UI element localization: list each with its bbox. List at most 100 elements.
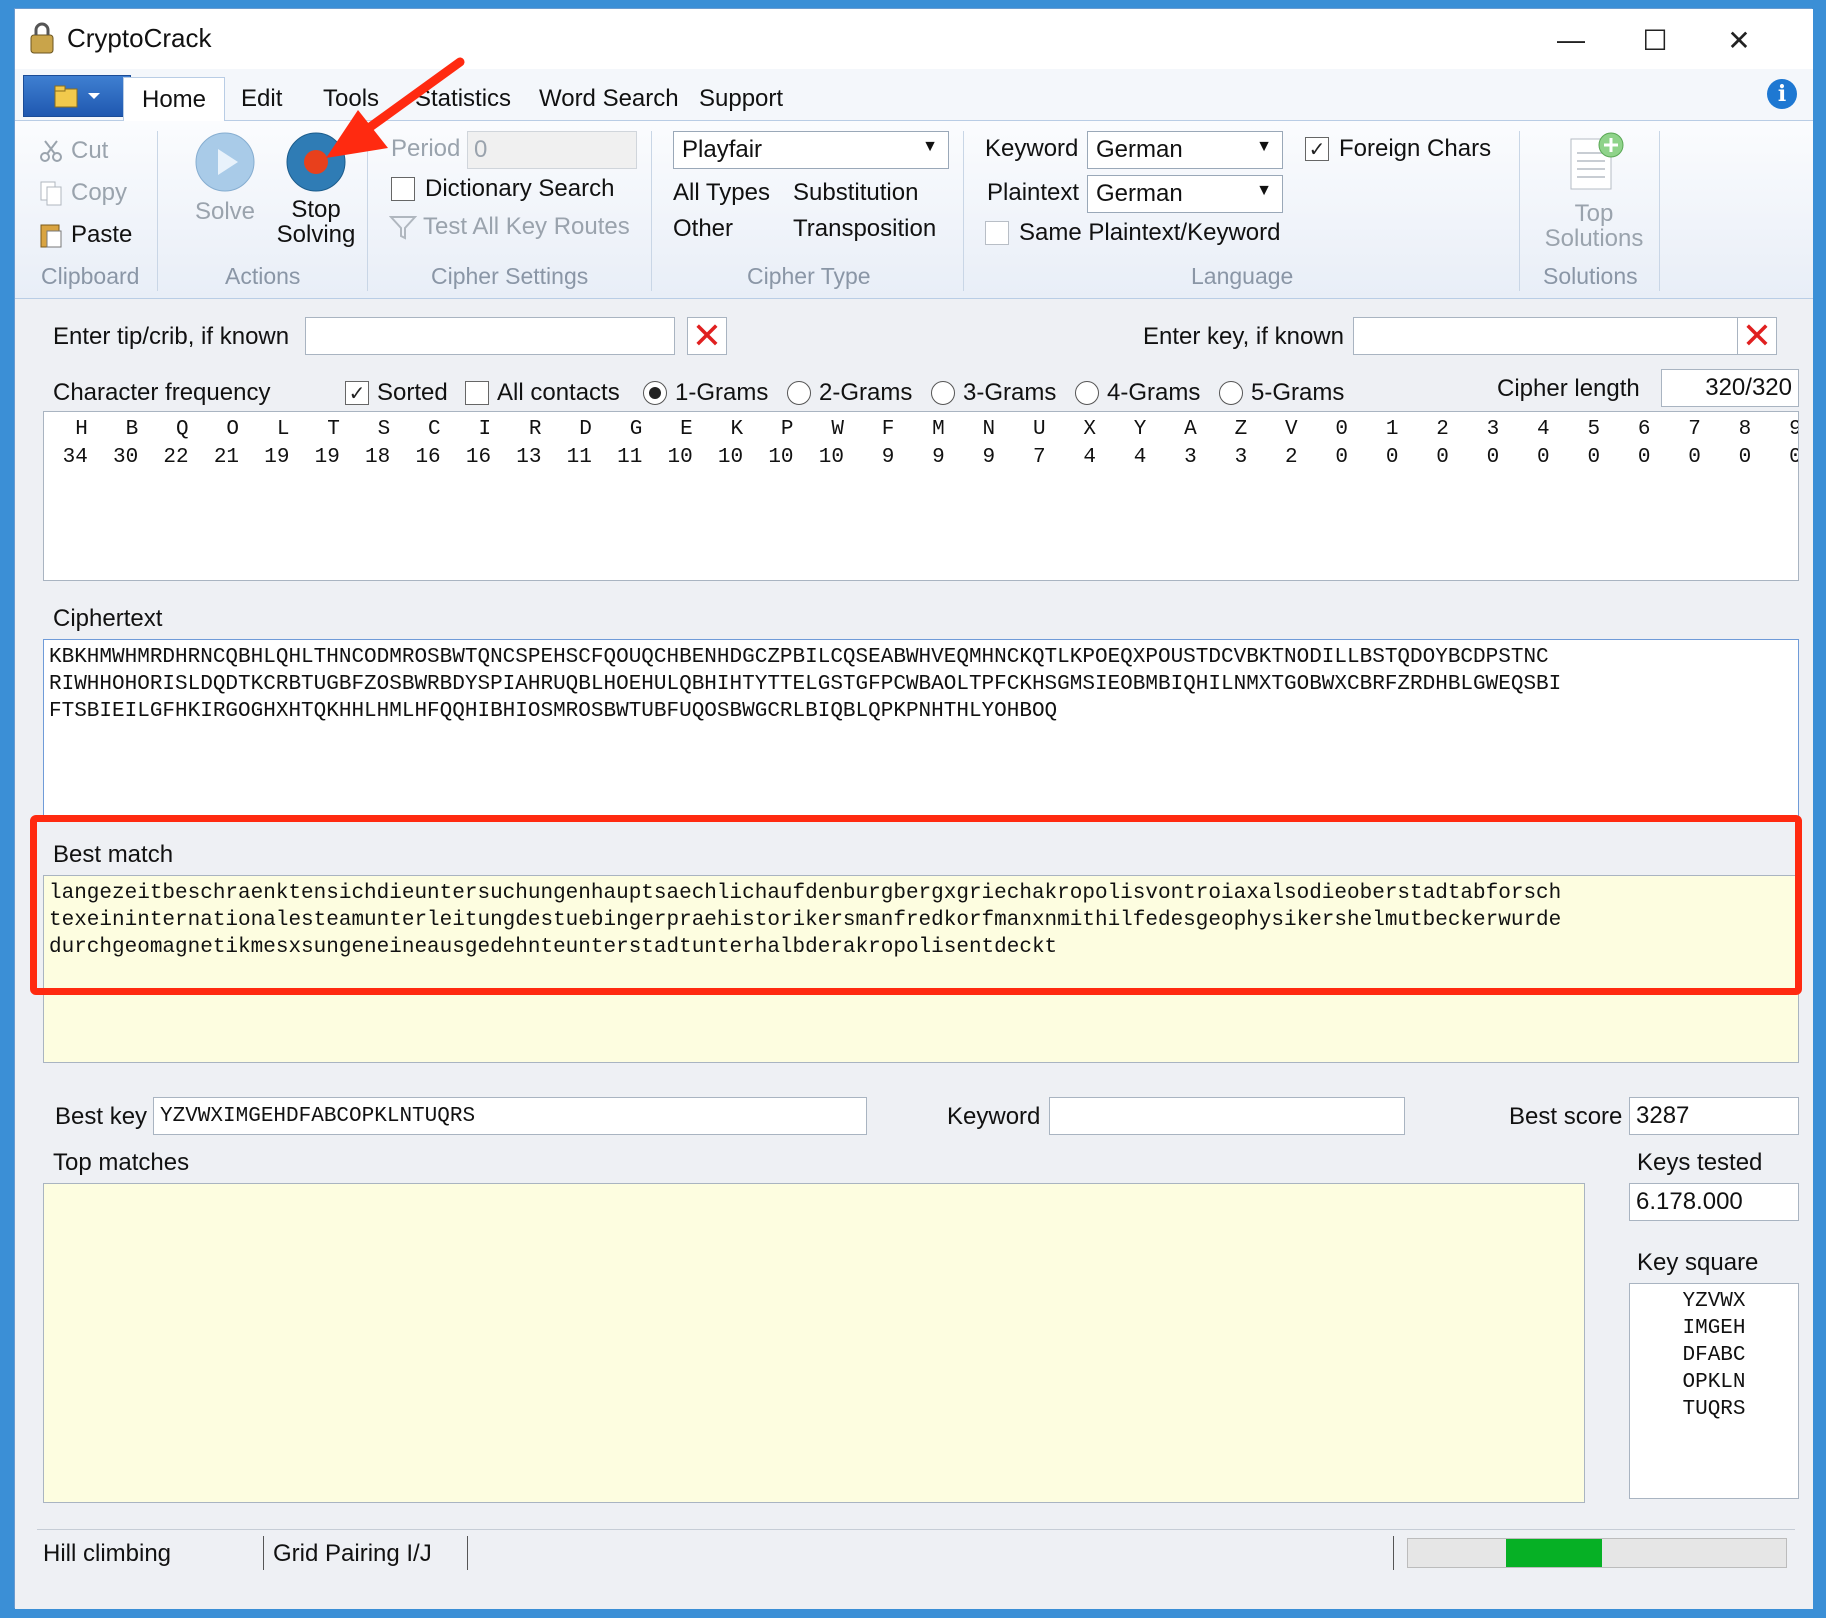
paste-button[interactable]: Paste bbox=[39, 221, 132, 249]
keyword-input[interactable] bbox=[1049, 1097, 1405, 1135]
tab-support[interactable]: Support bbox=[681, 77, 801, 121]
ciphertext-label: Ciphertext bbox=[53, 605, 163, 632]
top-solutions-line2: Solutions bbox=[1544, 225, 1644, 252]
copy-icon bbox=[40, 181, 62, 206]
plaintext-language-label: Plaintext bbox=[987, 179, 1080, 206]
close-button[interactable]: ✕ bbox=[1699, 17, 1779, 63]
paste-label: Paste bbox=[71, 221, 133, 248]
play-icon bbox=[195, 132, 255, 192]
radio-5-grams-label: 5-Grams bbox=[1251, 379, 1345, 406]
dictionary-search-label: Dictionary Search bbox=[425, 175, 615, 202]
radio-1-grams-circle[interactable] bbox=[643, 381, 667, 405]
key-square-display: YZVWX IMGEH DFABC OPKLN TUQRS bbox=[1629, 1283, 1799, 1499]
sorted-check[interactable]: ✓ bbox=[345, 381, 369, 405]
title-bar: CryptoCrack — ☐ ✕ bbox=[15, 9, 1813, 69]
ciphertext-input[interactable]: KBKHMWHMRDHRNCQBHLQHLTHNCODMROSBWTQNCSPE… bbox=[43, 639, 1799, 817]
ribbon-separator bbox=[157, 131, 158, 291]
keys-tested-value: 6.178.000 bbox=[1629, 1183, 1799, 1221]
cipher-type-select[interactable]: Playfair ▼ bbox=[673, 131, 949, 169]
filter-icon bbox=[389, 216, 417, 240]
crib-input[interactable] bbox=[305, 317, 675, 355]
all-contacts-label: All contacts bbox=[497, 379, 620, 406]
maximize-button[interactable]: ☐ bbox=[1615, 17, 1695, 63]
key-square-row: OPKLN bbox=[1682, 1371, 1746, 1394]
top-solutions-button[interactable]: Top Solutions bbox=[1539, 131, 1649, 252]
cipher-length-label: Cipher length bbox=[1497, 375, 1640, 402]
frequency-counts: 34 30 22 21 19 19 18 16 16 13 11 11 10 1… bbox=[50, 446, 1799, 469]
same-plaintext-keyword-checkbox[interactable]: Same Plaintext/Keyword bbox=[985, 219, 1280, 247]
radio-1-grams[interactable]: 1-Grams bbox=[643, 379, 768, 407]
status-method: Hill climbing bbox=[43, 1540, 172, 1567]
period-input[interactable]: 0 bbox=[467, 131, 637, 169]
radio-5-grams[interactable]: 5-Grams bbox=[1219, 379, 1344, 407]
key-known-input[interactable] bbox=[1353, 317, 1739, 355]
same-plaintext-keyword-label: Same Plaintext/Keyword bbox=[1019, 219, 1281, 246]
test-all-key-routes-button[interactable]: Test All Key Routes bbox=[389, 213, 630, 241]
radio-2-grams-circle[interactable] bbox=[787, 381, 811, 405]
ribbon-separator bbox=[1519, 131, 1520, 291]
status-grid: Grid Pairing I/J bbox=[273, 1540, 432, 1567]
dictionary-search-checkbox[interactable]: Dictionary Search bbox=[391, 175, 614, 203]
radio-5-grams-circle[interactable] bbox=[1219, 381, 1243, 405]
key-square-label: Key square bbox=[1637, 1249, 1759, 1276]
top-matches-label: Top matches bbox=[53, 1149, 190, 1176]
radio-4-grams-circle[interactable] bbox=[1075, 381, 1099, 405]
filter-all-types[interactable]: All Types bbox=[673, 179, 770, 207]
same-plaintext-keyword-check[interactable] bbox=[985, 221, 1009, 245]
highlight-box bbox=[30, 815, 1802, 995]
radio-4-grams[interactable]: 4-Grams bbox=[1075, 379, 1200, 407]
status-divider bbox=[1393, 1536, 1394, 1570]
filter-transposition[interactable]: Transposition bbox=[793, 215, 936, 243]
group-label-cipher-type: Cipher Type bbox=[747, 263, 871, 289]
keyword-language-label: Keyword bbox=[985, 135, 1079, 162]
info-icon[interactable]: i bbox=[1767, 79, 1797, 109]
clear-crib-icon[interactable]: ✕ bbox=[687, 315, 727, 356]
plaintext-language-select[interactable]: German ▼ bbox=[1087, 175, 1283, 213]
filter-substitution[interactable]: Substitution bbox=[793, 179, 918, 207]
chevron-down-icon bbox=[88, 93, 100, 99]
frequency-display[interactable]: H B Q O L T S C I R D G E K P W F M N U … bbox=[43, 411, 1799, 581]
keys-tested-label: Keys tested bbox=[1637, 1149, 1763, 1176]
foreign-chars-checkbox[interactable]: ✓ Foreign Chars bbox=[1305, 135, 1491, 163]
dictionary-search-check[interactable] bbox=[391, 177, 415, 201]
ribbon-tab-bar: Home Edit Tools Statistics Word Search S… bbox=[15, 69, 1813, 121]
status-divider bbox=[467, 1536, 468, 1570]
top-solutions-line1: Top bbox=[1574, 200, 1614, 227]
crib-label: Enter tip/crib, if known bbox=[53, 323, 290, 350]
foreign-chars-label: Foreign Chars bbox=[1339, 135, 1492, 162]
minimize-button[interactable]: — bbox=[1531, 17, 1611, 63]
clear-key-icon[interactable]: ✕ bbox=[1737, 315, 1777, 356]
radio-2-grams[interactable]: 2-Grams bbox=[787, 379, 912, 407]
group-label-actions: Actions bbox=[225, 263, 301, 289]
radio-2-grams-label: 2-Grams bbox=[819, 379, 913, 406]
stop-label-line1: Stop bbox=[291, 196, 341, 223]
tab-edit[interactable]: Edit bbox=[223, 77, 300, 121]
cipher-length-value: 320/320 bbox=[1661, 369, 1799, 407]
chevron-down-icon: ▼ bbox=[922, 138, 938, 155]
sorted-checkbox[interactable]: ✓ Sorted bbox=[345, 379, 448, 407]
tab-word-search[interactable]: Word Search bbox=[521, 77, 697, 121]
tab-home[interactable]: Home bbox=[123, 77, 226, 121]
filter-other[interactable]: Other bbox=[673, 215, 733, 243]
keyword-language-select[interactable]: German ▼ bbox=[1087, 131, 1283, 169]
key-square-row: DFABC bbox=[1682, 1344, 1746, 1367]
best-score-value: 3287 bbox=[1629, 1097, 1799, 1135]
key-known-label: Enter key, if known bbox=[1143, 323, 1344, 350]
group-label-clipboard: Clipboard bbox=[41, 263, 140, 289]
top-matches-list[interactable] bbox=[43, 1183, 1585, 1503]
solve-label: Solve bbox=[194, 198, 256, 225]
all-contacts-check[interactable] bbox=[465, 381, 489, 405]
app-window: CryptoCrack — ☐ ✕ Home Edit Tools Statis… bbox=[14, 8, 1813, 1609]
progress-bar-fill bbox=[1506, 1539, 1602, 1567]
radio-3-grams-circle[interactable] bbox=[931, 381, 955, 405]
copy-button[interactable]: Copy bbox=[39, 179, 127, 207]
group-label-language: Language bbox=[1191, 263, 1294, 289]
cut-button[interactable]: Cut bbox=[39, 137, 108, 165]
foreign-chars-check[interactable]: ✓ bbox=[1305, 137, 1329, 161]
radio-3-grams[interactable]: 3-Grams bbox=[931, 379, 1056, 407]
solve-button[interactable]: Solve bbox=[185, 131, 265, 226]
key-square-row: YZVWX bbox=[1682, 1290, 1746, 1313]
best-key-value[interactable]: YZVWXIMGEHDFABCOPKLNTUQRS bbox=[153, 1097, 867, 1135]
app-menu-button[interactable] bbox=[23, 75, 131, 117]
all-contacts-checkbox[interactable]: All contacts bbox=[465, 379, 620, 407]
